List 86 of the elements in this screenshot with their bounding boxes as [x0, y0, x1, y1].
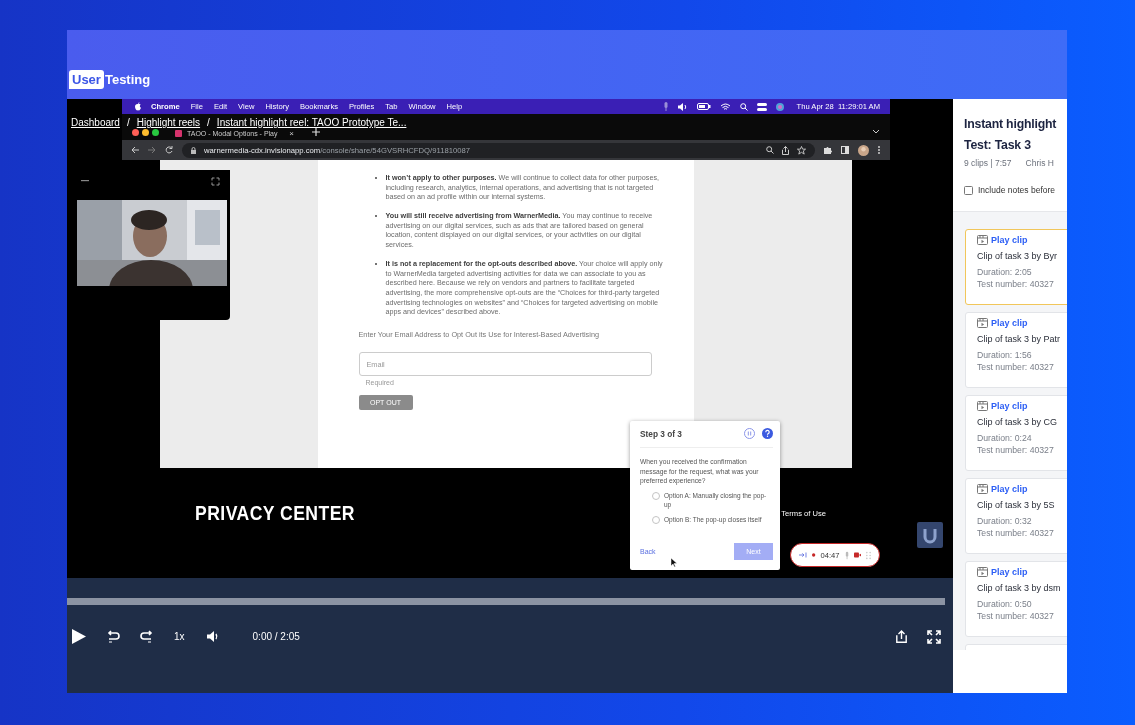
clip-duration: Duration: 0:24 — [977, 432, 1033, 444]
clip-title: Clip of task 3 by Patr — [977, 334, 1062, 344]
clip-duration: Duration: 0:32 — [977, 515, 1033, 527]
video-clip-icon — [977, 401, 988, 411]
microphone-icon[interactable] — [662, 102, 669, 111]
battery-icon[interactable] — [696, 103, 711, 110]
test-number: Test number: 40327 — [977, 444, 1055, 456]
clip-duration: Duration: 1:56 — [977, 349, 1033, 361]
forward-icon[interactable] — [140, 629, 154, 644]
author-name: Chris H — [1025, 158, 1054, 168]
clip-card[interactable]: Play clip Clip of task 3 by Patr Duration: 1:56 Test number: 40327 — [965, 312, 1067, 388]
window-controls-icon[interactable] — [132, 129, 160, 136]
expand-icon[interactable] — [211, 176, 220, 186]
camera-icon[interactable] — [853, 552, 862, 558]
clip-title: Clip of task 3 by 5S — [977, 500, 1056, 510]
drag-handle-icon[interactable] — [866, 550, 871, 560]
apple-icon — [134, 102, 142, 111]
checkbox[interactable] — [964, 185, 973, 195]
logo-icon[interactable] — [917, 522, 943, 548]
rewind-icon[interactable] — [106, 629, 120, 644]
video-clip-icon — [977, 484, 988, 494]
logo-text[interactable]: Testing — [104, 72, 151, 87]
cursor-icon — [671, 558, 677, 567]
volume-icon[interactable] — [677, 102, 688, 111]
clip-card[interactable]: Play clip Clip of task 3 by Byr Duration: 2:05 Test number: 40327 — [965, 229, 1067, 305]
video-clip-icon — [977, 318, 988, 328]
checkbox-label[interactable]: Include notes before — [978, 185, 1056, 195]
clip-duration: Duration: 2:05 — [977, 266, 1033, 278]
test-number: Test number: 40327 — [977, 278, 1055, 290]
breadcrumb-link[interactable]: Dashboard — [71, 117, 120, 128]
record-dot-icon — [812, 553, 816, 557]
panel-title: Instant highlight — [964, 116, 1058, 133]
dialog-title: Step 3 of 3 — [640, 428, 682, 439]
wifi-icon[interactable] — [719, 102, 731, 111]
breadcrumb-separator: / — [126, 117, 130, 128]
panel-subtitle: Test: Task 3 — [964, 137, 1032, 154]
test-number: Test number: 40327 — [977, 610, 1055, 622]
play-clip-link[interactable]: Play clip — [991, 567, 1028, 577]
sidebar-icon[interactable] — [841, 146, 849, 154]
minimize-icon[interactable] — [81, 180, 89, 182]
clip-duration: Duration: 0:50 — [977, 598, 1033, 610]
fullscreen-icon[interactable] — [927, 629, 941, 644]
play-clip-link[interactable]: Play clip — [991, 235, 1028, 245]
video-clip-icon — [977, 235, 988, 245]
play-clip-link[interactable]: Play clip — [991, 484, 1028, 494]
clip-card[interactable]: Play clip Clip of task 3 by 5S Duration: 0:32 Test number: 40327 — [965, 478, 1067, 554]
radio-button[interactable] — [652, 515, 660, 524]
siri-icon[interactable] — [775, 102, 784, 111]
search-icon[interactable] — [739, 102, 748, 111]
control-center-icon[interactable] — [756, 102, 767, 111]
clip-count: 9 clips | 7:57 — [964, 158, 1012, 168]
test-number: Test number: 40327 — [977, 527, 1055, 539]
star-icon[interactable] — [797, 145, 806, 155]
video-clip-icon — [977, 567, 988, 577]
zoom-icon[interactable] — [766, 146, 774, 154]
clip-title: Clip of task 3 by Byr — [977, 251, 1059, 261]
avatar-icon[interactable] — [858, 144, 869, 156]
back-icon[interactable] — [131, 146, 139, 154]
clip-title: Clip of task 3 by CG — [977, 417, 1059, 427]
favicon-icon — [175, 130, 182, 137]
logo-text[interactable]: User — [69, 70, 104, 89]
breadcrumb-link[interactable]: Highlight reels — [136, 117, 201, 128]
puzzle-icon[interactable] — [824, 146, 832, 154]
radio-button[interactable] — [652, 491, 660, 500]
help-icon[interactable] — [762, 428, 773, 439]
lock-icon — [191, 146, 196, 154]
speed-button[interactable]: 1x — [174, 631, 185, 642]
chevron-down-icon[interactable] — [872, 129, 880, 134]
brand-title: PRIVACY CENTER — [195, 502, 355, 525]
close-tab-button[interactable]: × — [289, 129, 294, 138]
breadcrumb-separator: / — [207, 117, 210, 128]
share-icon[interactable] — [782, 145, 789, 155]
reload-icon[interactable] — [165, 146, 173, 154]
clip-card[interactable]: Play clip Clip of task 3 by dsm Duration: 0:50 Test number: 40327 — [965, 561, 1067, 637]
volume-icon[interactable] — [206, 631, 220, 642]
play-clip-link[interactable]: Play clip — [991, 318, 1028, 328]
clip-title: Clip of task 3 by dsm — [977, 583, 1062, 593]
new-tab-icon[interactable] — [312, 128, 320, 136]
breadcrumb-link[interactable]: Instant highlight reel: TAOO Prototype Te... — [216, 117, 407, 128]
play-icon[interactable] — [72, 629, 86, 644]
playback-time: 0:00 / 2:05 — [252, 631, 300, 642]
test-number: Test number: 40327 — [977, 361, 1055, 373]
progress-track[interactable] — [67, 598, 945, 605]
collapse-icon[interactable] — [799, 552, 808, 558]
play-clip-link[interactable]: Play clip — [991, 401, 1028, 411]
clip-card[interactable]: Play clip Clip of task 3 by CG Duration: 0:24 Test number: 40327 — [965, 395, 1067, 471]
